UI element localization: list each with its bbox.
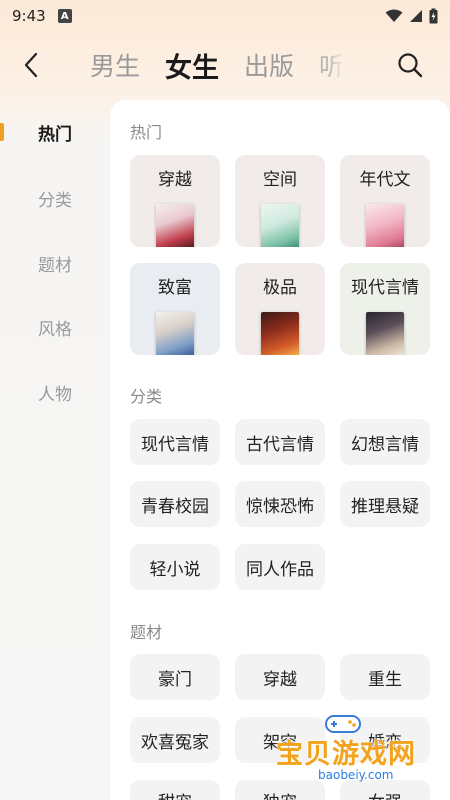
category-chip[interactable]: 古代言情 [235, 419, 325, 465]
tab-female[interactable]: 女生 [165, 46, 219, 85]
hot-card-time-travel[interactable]: 穿越 [130, 155, 220, 247]
card-label: 穿越 [158, 170, 192, 190]
sidebar: 热门 分类 题材 风格 人物 [0, 100, 110, 800]
main-panel: 热门 穿越 空间 年代文 致富 极品 现代言情 分类 现代言情 古代言情 幻想言… [110, 100, 450, 800]
section-title-theme: 题材 [130, 623, 163, 642]
sidebar-item-theme[interactable]: 题材 [0, 248, 110, 278]
category-chip[interactable]: 轻小说 [130, 544, 220, 590]
book-cover-image [366, 204, 404, 247]
search-button[interactable] [396, 51, 424, 79]
book-cover-image [156, 204, 194, 247]
notification-badge-icon: A [57, 9, 72, 23]
status-time: 9:43 [12, 7, 46, 25]
card-label: 极品 [263, 278, 297, 298]
category-chip[interactable]: 惊悚恐怖 [235, 481, 325, 527]
sidebar-item-character[interactable]: 人物 [0, 377, 110, 407]
card-label: 空间 [263, 170, 297, 190]
theme-chip[interactable]: 重生 [340, 654, 430, 700]
back-button[interactable] [18, 50, 44, 80]
status-bar: 9:43 A [0, 0, 450, 32]
theme-chip[interactable]: 欢喜冤家 [130, 717, 220, 763]
search-icon [398, 53, 423, 78]
hot-card-era[interactable]: 年代文 [340, 155, 430, 247]
wifi-icon [385, 9, 403, 22]
book-cover-image [261, 312, 299, 355]
section-title-hot: 热门 [130, 123, 163, 142]
category-chip[interactable]: 幻想言情 [340, 419, 430, 465]
card-label: 致富 [158, 278, 192, 298]
theme-chip[interactable]: 甜宠 [130, 780, 220, 800]
book-cover-image [366, 312, 404, 355]
tab-listen[interactable]: 听 [319, 47, 344, 83]
theme-chip[interactable]: 穿越 [235, 654, 325, 700]
card-label: 年代文 [359, 170, 411, 190]
category-chip[interactable]: 推理悬疑 [340, 481, 430, 527]
chevron-left-icon [24, 52, 38, 78]
hot-card-space[interactable]: 空间 [235, 155, 325, 247]
top-nav: 男生 女生 出版 听 [0, 40, 450, 90]
category-chip[interactable]: 现代言情 [130, 419, 220, 465]
category-chip[interactable]: 青春校园 [130, 481, 220, 527]
book-cover-image [156, 312, 194, 355]
status-icons [385, 8, 438, 24]
theme-chip[interactable]: 豪门 [130, 654, 220, 700]
section-title-category: 分类 [130, 387, 163, 406]
hot-card-modern-romance[interactable]: 现代言情 [340, 263, 430, 355]
book-cover-image [261, 204, 299, 247]
category-chip[interactable]: 同人作品 [235, 544, 325, 590]
sidebar-item-category[interactable]: 分类 [0, 183, 110, 213]
tab-male[interactable]: 男生 [90, 47, 140, 83]
hot-card-extreme[interactable]: 极品 [235, 263, 325, 355]
site-watermark: 宝贝游戏网 baobeiy.com [268, 712, 428, 792]
sidebar-item-hot[interactable]: 热门 [0, 117, 110, 147]
signal-icon [410, 10, 422, 22]
sidebar-item-style[interactable]: 风格 [0, 312, 110, 342]
chip-label: 甜宠 [158, 788, 192, 800]
battery-icon [429, 8, 438, 24]
watermark-text: 宝贝游戏网 [276, 739, 416, 770]
tab-publish[interactable]: 出版 [244, 47, 294, 83]
hot-card-wealth[interactable]: 致富 [130, 263, 220, 355]
channel-tabs: 男生 女生 出版 听 [90, 40, 369, 90]
watermark-url: baobeiy.com [318, 768, 394, 782]
card-label: 现代言情 [351, 278, 419, 298]
